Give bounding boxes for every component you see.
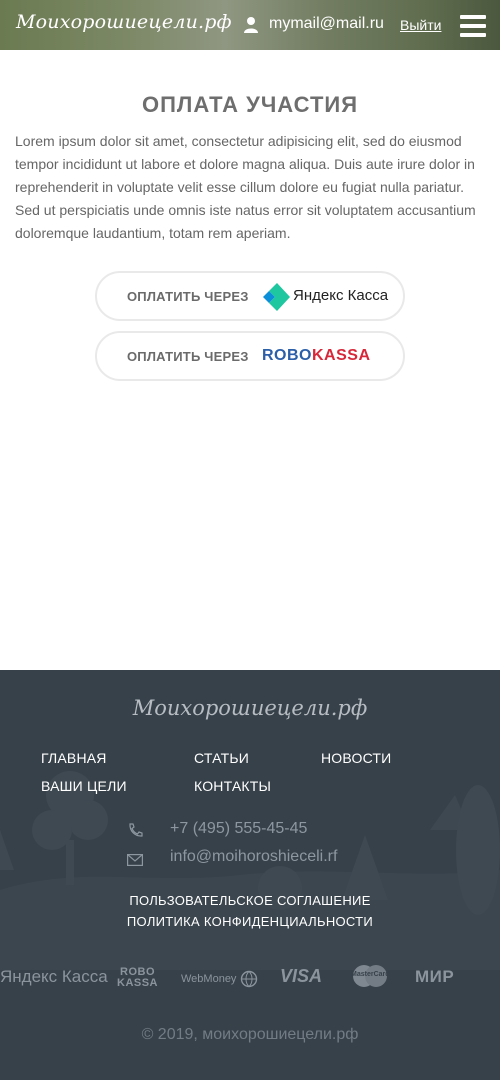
mir-logo: МИР — [415, 967, 455, 986]
footer: Моихорошиецели.рф ГЛАВНАЯ СТАТЬИ НОВОСТИ… — [0, 670, 500, 1080]
yandex-kassa-logo: Яндекс Касса — [263, 282, 388, 312]
hamburger-menu-icon[interactable] — [460, 15, 486, 37]
footer-nav-home[interactable]: ГЛАВНАЯ — [41, 750, 107, 766]
footer-nav-news[interactable]: НОВОСТИ — [321, 750, 391, 766]
burger-bar — [460, 24, 486, 28]
visa-logo: VISA — [280, 966, 323, 986]
user-email[interactable]: mymail@mail.ru — [269, 15, 384, 33]
yandex-kassa-text: Яндекс Касса — [293, 287, 389, 304]
footer-email[interactable]: info@moihoroshieceli.rf — [170, 848, 337, 866]
robokassa-logo: ROBOKASSA — [262, 347, 371, 365]
robokassa-logo-part: KASSA — [312, 347, 371, 364]
footer-nav-contacts[interactable]: КОНТАКТЫ — [194, 778, 271, 794]
mastercard-logo-text: MasterCard — [351, 971, 390, 978]
pay-button-label: ОПЛАТИТЬ ЧЕРЕЗ — [127, 349, 249, 364]
footer-logo[interactable]: Моихорошиецели.рф — [0, 696, 500, 720]
mastercard-logo: MasterCard — [351, 964, 390, 988]
site-logo[interactable]: Моихорошиецели.рф — [16, 11, 232, 33]
burger-bar — [460, 15, 486, 19]
robokassa-logo-part: ROBO — [262, 347, 312, 364]
mail-icon — [127, 854, 143, 867]
yandex-kassa-icon — [263, 283, 290, 311]
phone-icon — [129, 823, 143, 837]
pay-robokassa-button[interactable]: ОПЛАТИТЬ ЧЕРЕЗ ROBOKASSA — [95, 331, 405, 381]
webmoney-logo: WebMoney — [181, 970, 258, 988]
privacy-policy-link[interactable]: ПОЛИТИКА КОНФИДЕНЦИАЛЬНОСТИ — [0, 914, 500, 929]
copyright: © 2019, моихорошиецели.рф — [141, 1026, 359, 1043]
footer-phone[interactable]: +7 (495) 555-45-45 — [170, 820, 307, 838]
robokassa-footer-logo: ROBO KASSA — [117, 967, 158, 989]
pay-yandex-kassa-button[interactable]: ОПЛАТИТЬ ЧЕРЕЗ Яндекс Касса — [95, 271, 405, 321]
footer-nav-your-goals[interactable]: ВАШИ ЦЕЛИ — [41, 778, 127, 794]
description-text: Lorem ipsum dolor sit amet, consectetur … — [15, 133, 476, 241]
webmoney-globe-icon — [240, 970, 257, 988]
burger-bar — [460, 33, 486, 37]
logout-link[interactable]: Выйти — [400, 17, 441, 33]
header: Моихорошиецели.рф mymail@mail.ru Выйти — [0, 0, 500, 50]
user-icon — [244, 17, 258, 33]
pay-button-label: ОПЛАТИТЬ ЧЕРЕЗ — [127, 289, 249, 304]
webmoney-logo-text: WebMoney — [181, 972, 237, 985]
robokassa-footer-logo-bottom: KASSA — [117, 977, 159, 989]
page-title: ОПЛАТА УЧАСТИЯ — [141, 92, 359, 117]
user-agreement-link[interactable]: ПОЛЬЗОВАТЕЛЬСКОЕ СОГЛАШЕНИЕ — [0, 893, 500, 908]
footer-nav-articles[interactable]: СТАТЬИ — [194, 750, 249, 766]
yandex-kassa-footer-logo: Яндекс Касса — [0, 967, 108, 986]
